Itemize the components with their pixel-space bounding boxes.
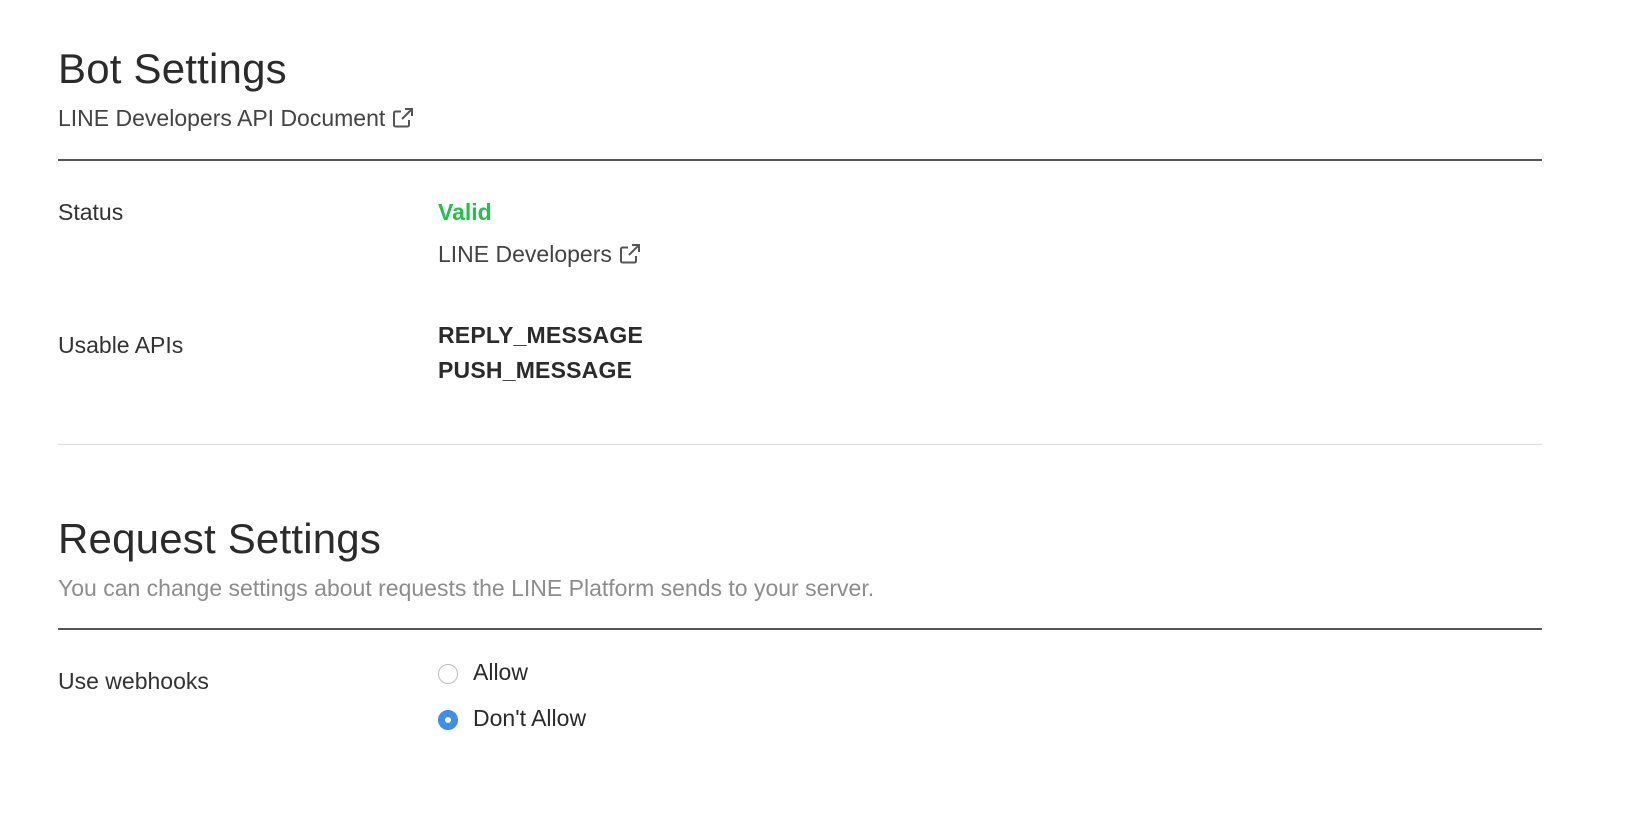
api-document-link-label: LINE Developers API Document <box>58 105 386 131</box>
webhooks-option-dont-allow[interactable]: Don't Allow <box>438 702 586 734</box>
bot-settings-title: Bot Settings <box>58 45 287 92</box>
request-settings-description: You can change settings about requests t… <box>58 575 875 601</box>
section-divider <box>58 444 1542 445</box>
line-developers-link[interactable]: LINE Developers <box>438 238 642 270</box>
api-document-link[interactable]: LINE Developers API Document <box>58 102 415 134</box>
status-value-group: Valid LINE Developers <box>438 196 642 270</box>
api-item-reply-message: REPLY_MESSAGE <box>438 322 643 348</box>
request-settings-header: Request Settings You can change settings… <box>58 510 1542 604</box>
status-badge: Valid <box>438 199 492 225</box>
webhooks-radio-group: Allow Don't Allow <box>438 656 586 748</box>
external-link-icon <box>619 244 640 264</box>
status-row: Status Valid LINE Developers <box>58 196 1542 276</box>
usable-apis-row: Usable APIs REPLY_MESSAGE PUSH_MESSAGE <box>58 318 1542 398</box>
radio-allow[interactable] <box>438 664 458 684</box>
bot-settings-divider <box>58 159 1542 161</box>
request-settings-divider <box>58 628 1542 630</box>
webhooks-option-allow[interactable]: Allow <box>438 656 586 688</box>
external-link-icon <box>393 108 414 128</box>
webhooks-row: Use webhooks Allow Don't Allow <box>58 656 1542 756</box>
bot-settings-header: Bot Settings LINE Developers API Documen… <box>58 40 1542 134</box>
line-developers-link-label: LINE Developers <box>438 241 612 267</box>
status-label: Status <box>58 199 124 225</box>
usable-apis-list: REPLY_MESSAGE PUSH_MESSAGE <box>438 318 643 388</box>
settings-page: Bot Settings LINE Developers API Documen… <box>0 0 1626 832</box>
radio-dont-allow-label: Don't Allow <box>473 705 587 731</box>
radio-dont-allow[interactable] <box>438 710 458 730</box>
request-settings-title: Request Settings <box>58 515 382 562</box>
radio-allow-label: Allow <box>473 659 528 685</box>
webhooks-label: Use webhooks <box>58 668 209 694</box>
usable-apis-label: Usable APIs <box>58 332 184 358</box>
api-item-push-message: PUSH_MESSAGE <box>438 357 633 383</box>
